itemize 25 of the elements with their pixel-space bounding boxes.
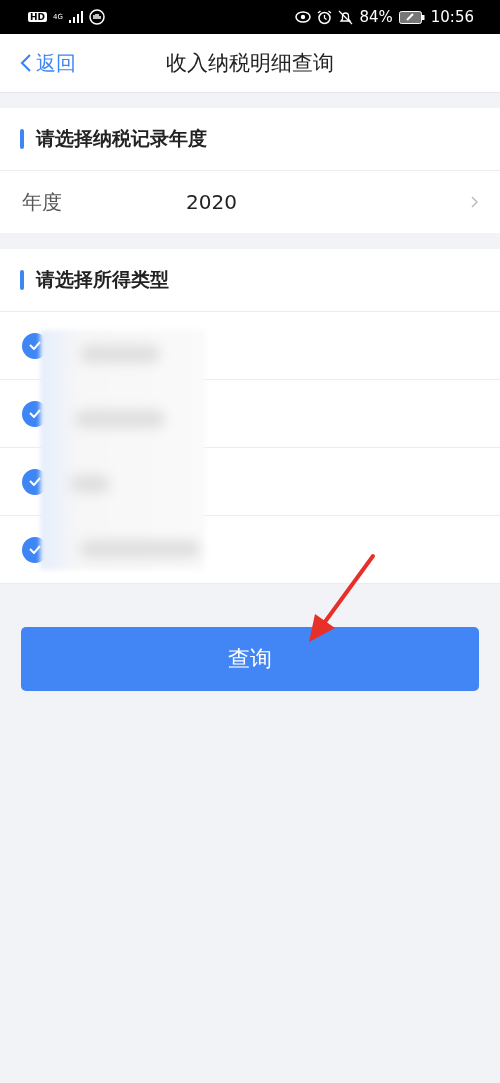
alarm-icon xyxy=(317,9,333,25)
clock-time: 10:56 xyxy=(430,8,474,26)
year-row[interactable]: 年度 2020 xyxy=(0,171,500,233)
page-title: 收入纳税明细查询 xyxy=(166,50,334,77)
battery-percent: 84% xyxy=(359,8,393,26)
year-label: 年度 xyxy=(22,188,63,216)
chevron-right-icon xyxy=(471,196,478,208)
check-icon xyxy=(29,341,41,350)
signal-icon xyxy=(68,11,83,23)
year-value: 2020 xyxy=(186,190,238,214)
section-heading: 请选择纳税记录年度 xyxy=(36,126,207,151)
eye-icon xyxy=(295,11,312,23)
hd-badge: HD xyxy=(28,12,47,22)
check-icon xyxy=(29,477,41,486)
section-heading: 请选择所得类型 xyxy=(36,267,169,292)
heading-bar xyxy=(20,129,24,149)
heading-bar xyxy=(20,270,24,290)
query-button[interactable]: 查询 xyxy=(21,627,479,691)
battery-icon xyxy=(398,10,425,24)
check-icon xyxy=(29,409,41,418)
hand-icon xyxy=(88,9,105,25)
check-icon xyxy=(29,545,41,554)
back-button[interactable]: 返回 xyxy=(0,49,110,77)
bell-off-icon xyxy=(338,9,354,25)
chevron-left-icon xyxy=(20,53,32,73)
